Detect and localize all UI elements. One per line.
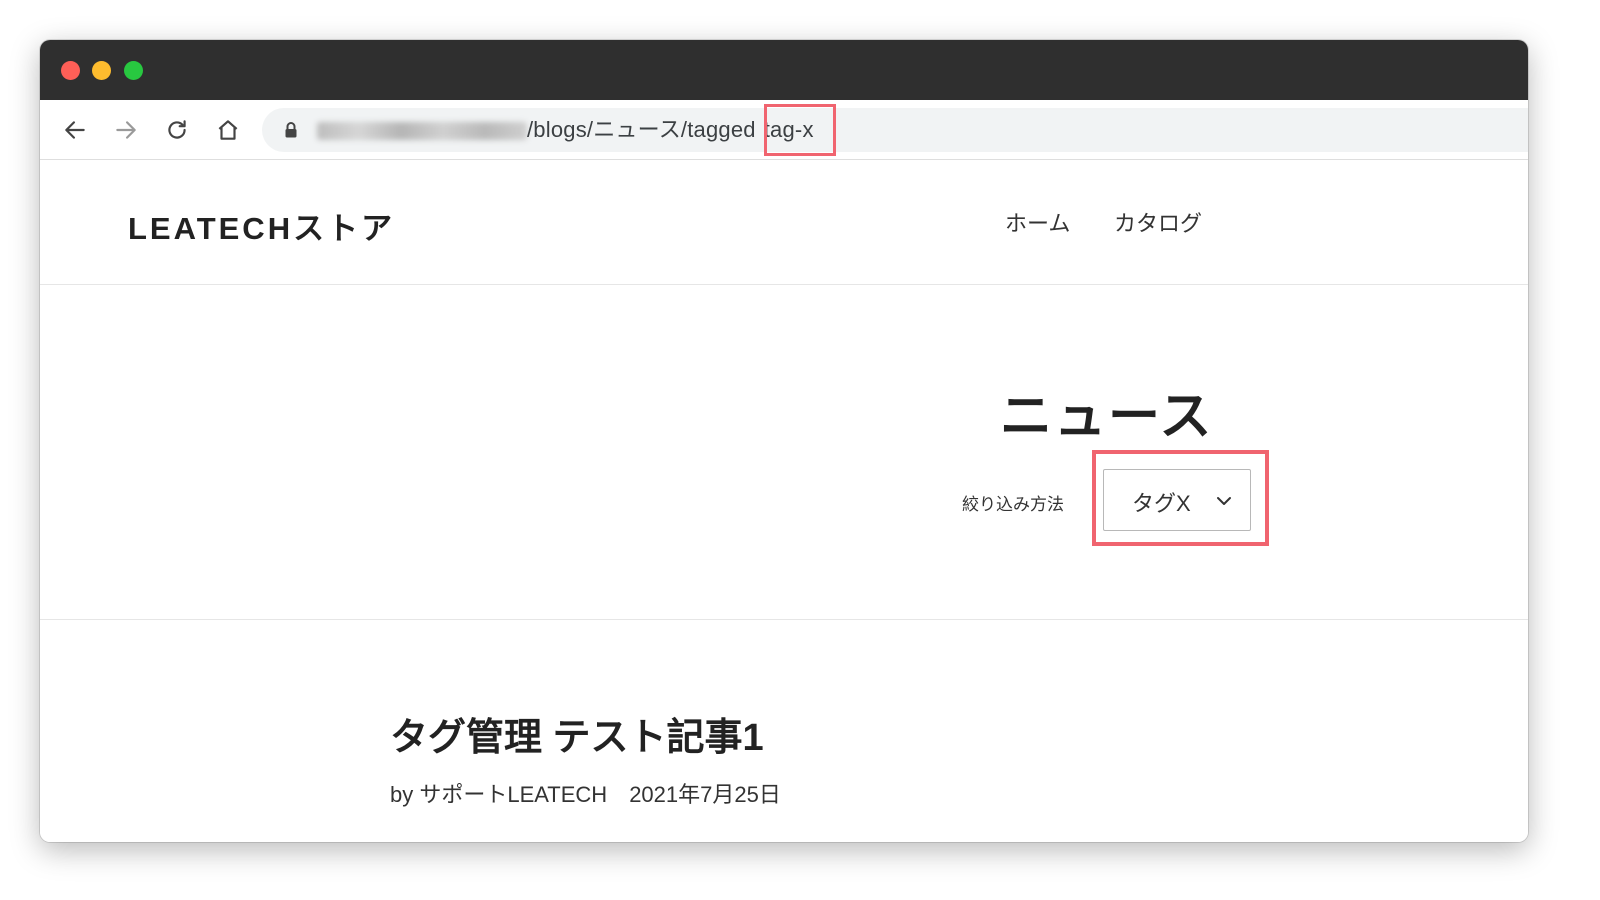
filter-label: 絞り込み方法 — [962, 495, 1064, 514]
window-close-button[interactable] — [61, 61, 80, 80]
article-meta: by サポートLEATECH 2021年7月25日 — [390, 777, 781, 809]
blog-header: ニュース 絞り込み方法 タグX — [40, 286, 1528, 620]
tag-filter-highlight-box — [1092, 450, 1269, 546]
site-header: LEATECHストア ホーム カタログ — [40, 160, 1528, 285]
url-domain-blurred — [317, 122, 527, 140]
arrow-right-icon — [116, 121, 136, 139]
article-author: by サポートLEATECH — [390, 782, 608, 807]
window-minimize-button[interactable] — [92, 61, 111, 80]
back-button[interactable] — [59, 114, 91, 146]
site-logo[interactable]: LEATECHストア — [128, 203, 395, 248]
lock-icon — [285, 122, 297, 138]
arrow-left-icon — [65, 121, 85, 139]
web-page: LEATECHストア ホーム カタログ ニュース 絞り込み方法 タグX タグ管理… — [40, 160, 1528, 842]
reload-icon — [168, 120, 186, 139]
window-maximize-button[interactable] — [124, 61, 143, 80]
article-title[interactable]: タグ管理 テスト記事1 — [390, 706, 764, 761]
window-titlebar — [40, 40, 1528, 100]
url-path: /blogs/ニュース/tagged — [527, 117, 756, 142]
blog-title: ニュース — [1000, 388, 1214, 446]
forward-button[interactable] — [110, 114, 142, 146]
home-icon — [218, 120, 238, 140]
reload-button[interactable] — [161, 114, 193, 146]
nav-link-home[interactable]: ホーム — [1005, 206, 1070, 238]
nav-link-catalog[interactable]: カタログ — [1114, 206, 1202, 238]
home-button[interactable] — [212, 114, 244, 146]
address-bar[interactable]: /blogs/ニュース/tagged tag-x — [262, 108, 1528, 152]
url-tag-highlight-box — [764, 104, 836, 156]
article-date: 2021年7月25日 — [629, 782, 781, 807]
browser-window: /blogs/ニュース/tagged tag-x LEATECHストア ホーム カ… — [40, 40, 1528, 842]
